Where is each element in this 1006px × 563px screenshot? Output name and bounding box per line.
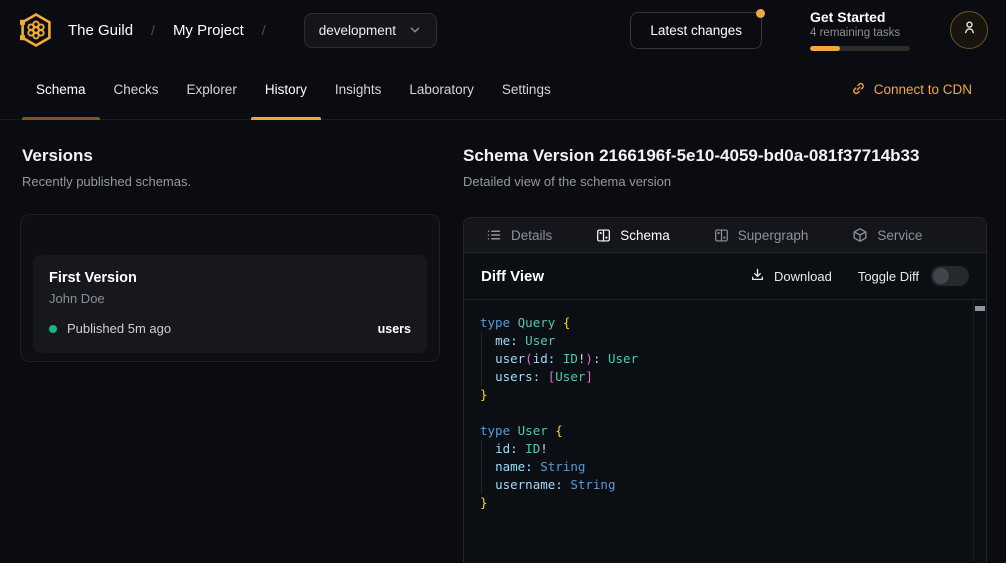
- code-scrollbar-thumb[interactable]: [975, 306, 985, 311]
- connect-to-cdn-link[interactable]: Connect to CDN: [851, 81, 972, 99]
- breadcrumb-org[interactable]: The Guild: [68, 22, 133, 39]
- list-icon: [486, 227, 502, 243]
- chevron-down-icon: [408, 23, 422, 37]
- detail-tab-supergraph[interactable]: Supergraph: [714, 228, 809, 243]
- user-avatar[interactable]: [950, 11, 988, 49]
- versions-title: Versions: [22, 146, 440, 166]
- toggle-diff-control: Toggle Diff: [858, 266, 969, 286]
- header-actions: Latest changes Get Started 4 remaining t…: [630, 9, 988, 51]
- versions-list-card: First Version John Doe Published 5m ago …: [20, 214, 440, 362]
- breadcrumb-project[interactable]: My Project: [173, 22, 244, 39]
- nav-tab-label: Laboratory: [409, 82, 474, 97]
- nav-tab-explorer[interactable]: Explorer: [173, 60, 251, 119]
- nav-tab-label: Checks: [114, 82, 159, 97]
- get-started-progressbar: [810, 46, 910, 51]
- nav-tab-label: Schema: [36, 82, 86, 97]
- download-button[interactable]: Download: [750, 267, 832, 285]
- versions-subtitle: Recently published schemas.: [22, 174, 440, 189]
- latest-changes-label: Latest changes: [650, 23, 742, 38]
- download-icon: [750, 267, 765, 285]
- main-content: Versions Recently published schemas. Fir…: [0, 120, 1006, 563]
- toggle-diff-label: Toggle Diff: [858, 269, 919, 284]
- notification-dot: [756, 9, 765, 18]
- get-started-subtitle: 4 remaining tasks: [810, 27, 910, 39]
- top-header: The Guild / My Project / development Lat…: [0, 0, 1006, 60]
- nav-tab-label: Insights: [335, 82, 382, 97]
- detail-tab-service[interactable]: Service: [852, 227, 922, 243]
- get-started-widget[interactable]: Get Started 4 remaining tasks: [810, 9, 910, 51]
- schema-sdl-code-block: type Query { me: User user(id: ID!): Use…: [464, 300, 986, 562]
- detail-tab-label: Schema: [620, 228, 670, 243]
- detail-tab-schema[interactable]: Schema: [596, 228, 670, 243]
- get-started-title: Get Started: [810, 9, 910, 25]
- latest-changes-button[interactable]: Latest changes: [630, 12, 762, 49]
- toggle-knob: [933, 268, 949, 284]
- link-icon: [851, 81, 866, 99]
- nav-tab-history[interactable]: History: [251, 60, 321, 119]
- nav-tab-label: Settings: [502, 82, 551, 97]
- detail-tabs: Details Schema Supergraph Service: [464, 218, 986, 253]
- nav-tab-schema[interactable]: Schema: [22, 60, 100, 119]
- version-name: First Version: [49, 270, 411, 286]
- nav-tab-label: History: [265, 82, 307, 97]
- columns-icon: [596, 228, 611, 243]
- indent-guide: [481, 332, 482, 386]
- breadcrumb-separator: /: [262, 22, 266, 38]
- nav-tab-label: Explorer: [187, 82, 237, 97]
- indent-guide: [481, 440, 482, 494]
- connect-to-cdn-label: Connect to CDN: [874, 82, 972, 97]
- version-author: John Doe: [49, 291, 411, 306]
- schema-detail-card: Details Schema Supergraph Service Diff View…: [463, 217, 987, 562]
- nav-tab-settings[interactable]: Settings: [488, 60, 565, 119]
- environment-selector[interactable]: development: [304, 13, 437, 48]
- graphql-sdl-text: type Query { me: User user(id: ID!): Use…: [464, 300, 986, 526]
- cube-icon: [852, 227, 868, 243]
- main-nav: Schema Checks Explorer History Insights Labor…: [0, 60, 1006, 120]
- versions-panel: Versions Recently published schemas. Fir…: [0, 120, 460, 563]
- nav-tabs: Schema Checks Explorer History Insights Labor…: [22, 60, 565, 119]
- download-label: Download: [774, 269, 832, 284]
- breadcrumb: The Guild / My Project /: [68, 22, 284, 39]
- diff-view-title: Diff View: [481, 268, 544, 285]
- get-started-progress-fill: [810, 46, 840, 51]
- diff-view-actions: Download Toggle Diff: [750, 266, 969, 286]
- nav-tab-checks[interactable]: Checks: [100, 60, 173, 119]
- columns-icon: [714, 228, 729, 243]
- environment-selector-value: development: [319, 23, 396, 38]
- diff-view-toolbar: Diff View Download Toggle Diff: [464, 253, 986, 300]
- detail-tab-label: Service: [877, 228, 922, 243]
- detail-tab-details[interactable]: Details: [486, 227, 552, 243]
- version-status-row: Published 5m ago users: [49, 321, 411, 336]
- nav-tab-laboratory[interactable]: Laboratory: [395, 60, 488, 119]
- code-scrollbar[interactable]: [973, 300, 986, 562]
- person-icon: [961, 19, 978, 41]
- version-status-text: Published 5m ago: [67, 321, 171, 336]
- schema-version-detail: Schema Version 2166196f-5e10-4059-bd0a-0…: [460, 120, 1006, 563]
- detail-tab-label: Supergraph: [738, 228, 809, 243]
- published-dot-icon: [49, 325, 57, 333]
- detail-tab-label: Details: [511, 228, 552, 243]
- hive-logo-icon[interactable]: [16, 10, 56, 50]
- app-window: The Guild / My Project / development Lat…: [0, 0, 1006, 563]
- schema-version-subtitle: Detailed view of the schema version: [463, 174, 987, 189]
- breadcrumb-separator: /: [151, 22, 155, 38]
- toggle-diff-switch[interactable]: [931, 266, 969, 286]
- nav-tab-insights[interactable]: Insights: [321, 60, 396, 119]
- version-service-badge: users: [378, 322, 411, 336]
- version-list-item[interactable]: First Version John Doe Published 5m ago …: [33, 255, 427, 353]
- schema-version-title: Schema Version 2166196f-5e10-4059-bd0a-0…: [463, 146, 987, 166]
